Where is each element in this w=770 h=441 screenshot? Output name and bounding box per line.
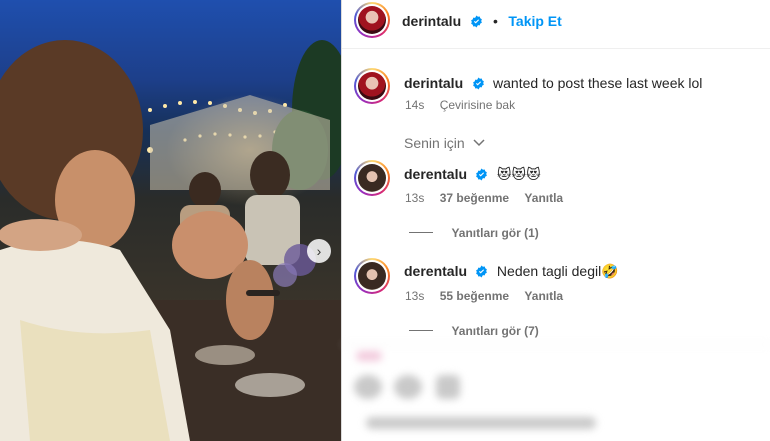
chevron-right-icon: ›	[316, 243, 322, 259]
comment-meta: 13s 37 beğenme Yanıtla	[405, 191, 563, 205]
comment: derentalu Neden tagli degil🤣	[404, 262, 619, 281]
reply-button[interactable]: Yanıtla	[524, 289, 563, 303]
caption-avatar[interactable]	[354, 68, 390, 104]
comment-avatar[interactable]	[354, 160, 390, 196]
replies-line	[409, 232, 433, 234]
comment-likes[interactable]: 55 beğenme	[440, 289, 509, 303]
reply-button[interactable]: Yanıtla	[524, 191, 563, 205]
blurred-action-area	[342, 344, 770, 441]
caption-time[interactable]: 14s	[405, 98, 424, 112]
replies-line	[409, 330, 433, 332]
view-replies-label: Yanıtları gör (1)	[451, 226, 539, 240]
comment-sort[interactable]: Senin için	[404, 135, 485, 152]
comment-text: 😻😻😻	[496, 166, 541, 182]
post-photo: ›	[0, 0, 341, 441]
caption: derintalu wanted to post these last week…	[404, 74, 702, 93]
comment-username[interactable]: derentalu	[404, 166, 467, 182]
view-replies-button[interactable]: Yanıtları gör (7)	[409, 322, 539, 340]
verified-badge-icon	[476, 168, 488, 181]
sort-label: Senin için	[404, 135, 465, 151]
view-replies-button[interactable]: Yanıtları gör (1)	[409, 224, 539, 242]
comment-meta: 13s 55 beğenme Yanıtla	[405, 289, 563, 303]
comment: derentalu 😻😻😻	[404, 165, 541, 184]
post-header: derintalu • Takip Et	[342, 0, 770, 49]
caption-username[interactable]: derintalu	[404, 75, 463, 91]
caption-text: wanted to post these last week lol	[493, 75, 703, 91]
header-separator: •	[493, 13, 498, 29]
chevron-down-icon	[473, 139, 485, 147]
photo-scene	[0, 40, 341, 441]
post-side-panel: derintalu • Takip Et derintalu wanted to…	[342, 0, 770, 441]
avatar[interactable]	[354, 2, 390, 38]
carousel-next-button[interactable]: ›	[307, 239, 331, 263]
comment-text: Neden tagli degil🤣	[496, 263, 619, 279]
translate-link[interactable]: Çevirisine bak	[440, 98, 515, 112]
comment-likes[interactable]: 37 beğenme	[440, 191, 509, 205]
comment-username[interactable]: derentalu	[404, 263, 467, 279]
follow-button[interactable]: Takip Et	[508, 13, 561, 29]
comment-time[interactable]: 13s	[405, 191, 424, 205]
caption-meta: 14s Çevirisine bak	[405, 98, 515, 112]
comment-avatar[interactable]	[354, 258, 390, 294]
verified-badge-icon	[472, 77, 484, 90]
header-username[interactable]: derintalu	[402, 13, 461, 29]
verified-badge-icon	[476, 265, 488, 278]
comment-time[interactable]: 13s	[405, 289, 424, 303]
verified-badge-icon	[470, 15, 482, 28]
view-replies-label: Yanıtları gör (7)	[451, 324, 539, 338]
